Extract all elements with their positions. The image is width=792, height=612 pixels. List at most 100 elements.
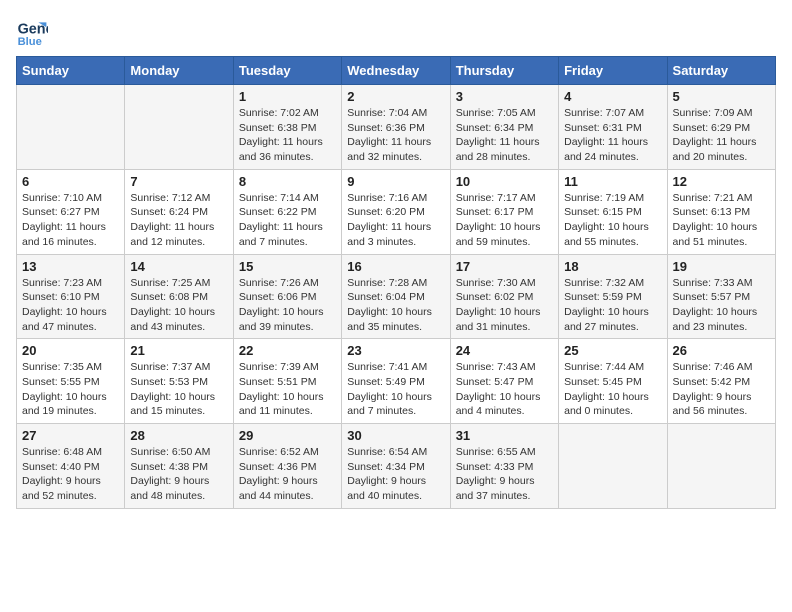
header: General Blue — [16, 16, 776, 48]
day-cell — [125, 85, 233, 170]
day-number: 1 — [239, 89, 336, 104]
day-header-monday: Monday — [125, 57, 233, 85]
day-number: 10 — [456, 174, 553, 189]
day-cell: 30Sunrise: 6:54 AMSunset: 4:34 PMDayligh… — [342, 424, 450, 509]
day-number: 30 — [347, 428, 444, 443]
day-header-sunday: Sunday — [17, 57, 125, 85]
day-info: Sunrise: 7:39 AMSunset: 5:51 PMDaylight:… — [239, 360, 336, 419]
day-number: 15 — [239, 259, 336, 274]
day-cell: 6 Sunrise: 7:10 AMSunset: 6:27 PMDaylight… — [17, 169, 125, 254]
day-info: Sunrise: 7:23 AMSunset: 6:10 PMDaylight:… — [22, 276, 119, 335]
day-info: Sunrise: 6:55 AMSunset: 4:33 PMDaylight:… — [456, 445, 553, 504]
day-number: 27 — [22, 428, 119, 443]
day-cell: 14 Sunrise: 7:25 AMSunset: 6:08 PMDayligh… — [125, 254, 233, 339]
day-number: 6 — [22, 174, 119, 189]
day-cell: 1 Sunrise: 7:02 AMSunset: 6:38 PMDaylight… — [233, 85, 341, 170]
day-cell: 10 Sunrise: 7:17 AMSunset: 6:17 PMDayligh… — [450, 169, 558, 254]
day-info: Sunrise: 7:43 AMSunset: 5:47 PMDaylight:… — [456, 360, 553, 419]
day-cell: 23 Sunrise: 7:41 AMSunset: 5:49 PMDayligh… — [342, 339, 450, 424]
day-header-friday: Friday — [559, 57, 667, 85]
day-info: Sunrise: 7:41 AMSunset: 5:49 PMDaylight:… — [347, 360, 444, 419]
week-row-1: 1 Sunrise: 7:02 AMSunset: 6:38 PMDaylight… — [17, 85, 776, 170]
day-cell: 25 Sunrise: 7:44 AMSunset: 5:45 PMDayligh… — [559, 339, 667, 424]
day-cell — [667, 424, 775, 509]
day-info: Sunrise: 7:32 AMSunset: 5:59 PMDaylight:… — [564, 276, 661, 335]
day-info: Sunrise: 7:17 AMSunset: 6:17 PMDaylight:… — [456, 191, 553, 250]
day-cell: 8Sunrise: 7:14 AMSunset: 6:22 PMDaylight… — [233, 169, 341, 254]
day-number: 5 — [673, 89, 770, 104]
day-cell: 18Sunrise: 7:32 AMSunset: 5:59 PMDayligh… — [559, 254, 667, 339]
day-info: Sunrise: 7:25 AMSunset: 6:08 PMDaylight:… — [130, 276, 227, 335]
day-info: Sunrise: 7:12 AMSunset: 6:24 PMDaylight:… — [130, 191, 227, 250]
day-number: 2 — [347, 89, 444, 104]
day-number: 25 — [564, 343, 661, 358]
day-number: 28 — [130, 428, 227, 443]
logo-icon: General Blue — [16, 16, 48, 48]
day-header-saturday: Saturday — [667, 57, 775, 85]
day-number: 24 — [456, 343, 553, 358]
day-info: Sunrise: 7:37 AMSunset: 5:53 PMDaylight:… — [130, 360, 227, 419]
svg-text:Blue: Blue — [18, 36, 42, 48]
day-number: 26 — [673, 343, 770, 358]
day-cell: 4 Sunrise: 7:07 AMSunset: 6:31 PMDaylight… — [559, 85, 667, 170]
day-info: Sunrise: 7:19 AMSunset: 6:15 PMDaylight:… — [564, 191, 661, 250]
day-number: 19 — [673, 259, 770, 274]
day-number: 12 — [673, 174, 770, 189]
day-cell: 27 Sunrise: 6:48 AMSunset: 4:40 PMDayligh… — [17, 424, 125, 509]
day-cell: 19 Sunrise: 7:33 AMSunset: 5:57 PMDayligh… — [667, 254, 775, 339]
day-info: Sunrise: 7:33 AMSunset: 5:57 PMDaylight:… — [673, 276, 770, 335]
day-info: Sunrise: 6:52 AMSunset: 4:36 PMDaylight:… — [239, 445, 336, 504]
day-cell: 28 Sunrise: 6:50 AMSunset: 4:38 PMDayligh… — [125, 424, 233, 509]
day-number: 29 — [239, 428, 336, 443]
day-cell: 15 Sunrise: 7:26 AMSunset: 6:06 PMDayligh… — [233, 254, 341, 339]
day-number: 21 — [130, 343, 227, 358]
day-number: 31 — [456, 428, 553, 443]
day-info: Sunrise: 7:04 AMSunset: 6:36 PMDaylight:… — [347, 106, 444, 165]
day-cell: 16Sunrise: 7:28 AMSunset: 6:04 PMDayligh… — [342, 254, 450, 339]
day-cell: 21 Sunrise: 7:37 AMSunset: 5:53 PMDayligh… — [125, 339, 233, 424]
day-info: Sunrise: 7:10 AMSunset: 6:27 PMDaylight:… — [22, 191, 119, 250]
day-cell: 24 Sunrise: 7:43 AMSunset: 5:47 PMDayligh… — [450, 339, 558, 424]
day-cell: 7 Sunrise: 7:12 AMSunset: 6:24 PMDaylight… — [125, 169, 233, 254]
day-cell: 11 Sunrise: 7:19 AMSunset: 6:15 PMDayligh… — [559, 169, 667, 254]
day-header-tuesday: Tuesday — [233, 57, 341, 85]
day-info: Sunrise: 7:09 AMSunset: 6:29 PMDaylight:… — [673, 106, 770, 165]
day-cell: 5 Sunrise: 7:09 AMSunset: 6:29 PMDaylight… — [667, 85, 775, 170]
day-number: 22 — [239, 343, 336, 358]
day-cell: 22 Sunrise: 7:39 AMSunset: 5:51 PMDayligh… — [233, 339, 341, 424]
week-row-3: 13Sunrise: 7:23 AMSunset: 6:10 PMDayligh… — [17, 254, 776, 339]
day-cell: 31 Sunrise: 6:55 AMSunset: 4:33 PMDayligh… — [450, 424, 558, 509]
day-cell: 3Sunrise: 7:05 AMSunset: 6:34 PMDaylight… — [450, 85, 558, 170]
day-info: Sunrise: 7:46 AMSunset: 5:42 PMDaylight:… — [673, 360, 770, 419]
day-number: 16 — [347, 259, 444, 274]
day-cell: 20Sunrise: 7:35 AMSunset: 5:55 PMDayligh… — [17, 339, 125, 424]
day-number: 7 — [130, 174, 227, 189]
week-row-5: 27 Sunrise: 6:48 AMSunset: 4:40 PMDayligh… — [17, 424, 776, 509]
day-info: Sunrise: 7:16 AMSunset: 6:20 PMDaylight:… — [347, 191, 444, 250]
day-info: Sunrise: 6:48 AMSunset: 4:40 PMDaylight:… — [22, 445, 119, 504]
day-cell: 9 Sunrise: 7:16 AMSunset: 6:20 PMDaylight… — [342, 169, 450, 254]
day-header-thursday: Thursday — [450, 57, 558, 85]
day-number: 14 — [130, 259, 227, 274]
day-info: Sunrise: 7:26 AMSunset: 6:06 PMDaylight:… — [239, 276, 336, 335]
day-number: 9 — [347, 174, 444, 189]
day-info: Sunrise: 7:44 AMSunset: 5:45 PMDaylight:… — [564, 360, 661, 419]
day-number: 4 — [564, 89, 661, 104]
calendar-table: SundayMondayTuesdayWednesdayThursdayFrid… — [16, 56, 776, 509]
week-row-2: 6 Sunrise: 7:10 AMSunset: 6:27 PMDaylight… — [17, 169, 776, 254]
day-cell: 29 Sunrise: 6:52 AMSunset: 4:36 PMDayligh… — [233, 424, 341, 509]
week-row-4: 20Sunrise: 7:35 AMSunset: 5:55 PMDayligh… — [17, 339, 776, 424]
day-cell: 12 Sunrise: 7:21 AMSunset: 6:13 PMDayligh… — [667, 169, 775, 254]
day-number: 20 — [22, 343, 119, 358]
day-cell — [559, 424, 667, 509]
day-info: Sunrise: 6:50 AMSunset: 4:38 PMDaylight:… — [130, 445, 227, 504]
day-cell: 17Sunrise: 7:30 AMSunset: 6:02 PMDayligh… — [450, 254, 558, 339]
day-number: 11 — [564, 174, 661, 189]
day-number: 17 — [456, 259, 553, 274]
day-info: Sunrise: 7:21 AMSunset: 6:13 PMDaylight:… — [673, 191, 770, 250]
day-info: Sunrise: 7:05 AMSunset: 6:34 PMDaylight:… — [456, 106, 553, 165]
day-info: Sunrise: 7:02 AMSunset: 6:38 PMDaylight:… — [239, 106, 336, 165]
logo: General Blue — [16, 16, 52, 48]
day-info: Sunrise: 7:07 AMSunset: 6:31 PMDaylight:… — [564, 106, 661, 165]
day-number: 23 — [347, 343, 444, 358]
